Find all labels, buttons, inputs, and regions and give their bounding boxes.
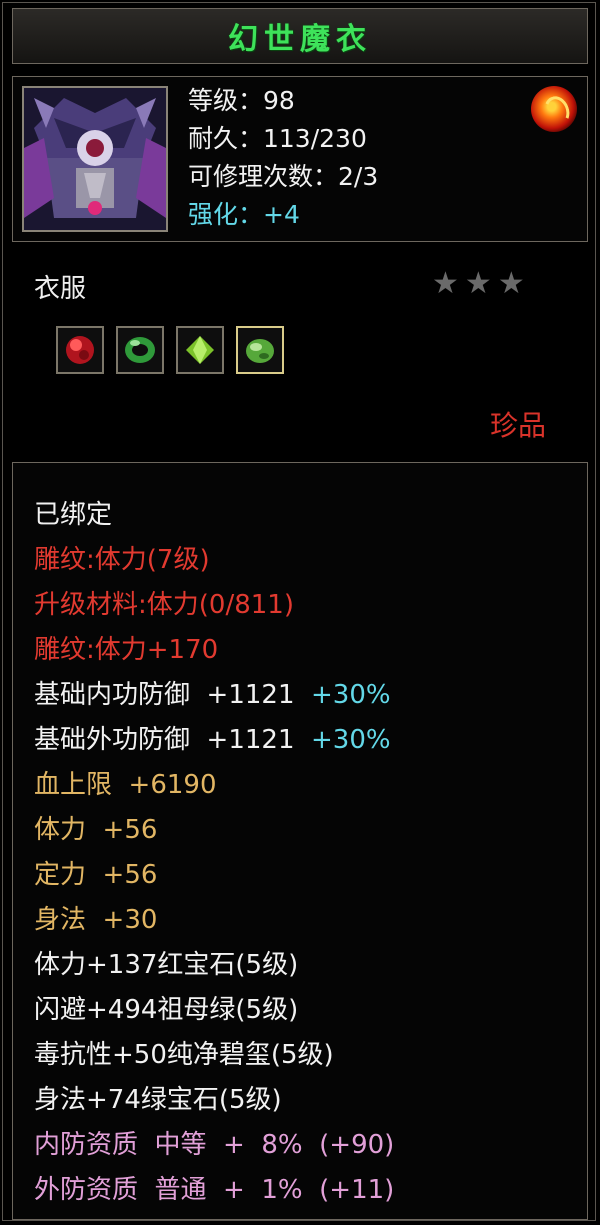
- property-bonus: +30%: [294, 680, 391, 710]
- property-text: 毒抗性+50纯净碧玺(5级): [34, 1040, 334, 1070]
- property-row: 身法 +30: [34, 898, 394, 943]
- property-row: 升级材料:体力(0/811): [34, 583, 394, 628]
- property-row: 体力+137红宝石(5级): [34, 943, 394, 988]
- green-jade-gem-icon: [246, 339, 274, 363]
- fire-element-icon: [531, 86, 577, 132]
- property-row: 血上限 +6190: [34, 763, 394, 808]
- gem-slot[interactable]: [56, 326, 104, 374]
- green-crystal-gem-icon: [186, 336, 214, 364]
- item-enhance: 强化：+4: [188, 200, 300, 230]
- property-row: 毒抗性+50纯净碧玺(5级): [34, 1033, 394, 1078]
- gem-slot[interactable]: [176, 326, 224, 374]
- property-text: 血上限 +6190: [34, 770, 217, 800]
- enhance-value: +4: [263, 200, 300, 229]
- enhance-label: 强化：: [188, 200, 264, 229]
- property-text: 闪避+494祖母绿(5级): [34, 995, 299, 1025]
- property-row: 基础内功防御 +1121 +30%: [34, 673, 394, 718]
- gem-slot[interactable]: [236, 326, 284, 374]
- property-text: 雕纹:体力+170: [34, 635, 219, 665]
- property-text: 基础内功防御 +1121: [34, 680, 295, 710]
- armor-portrait-icon: [22, 86, 168, 232]
- property-row: 已绑定: [34, 493, 394, 538]
- gem-sockets: [56, 326, 284, 374]
- property-list: 已绑定雕纹:体力(7级) 升级材料:体力(0/811) 雕纹:体力+170 基础内功防…: [34, 493, 394, 1213]
- property-row: 身法+74绿宝石(5级): [34, 1078, 394, 1123]
- property-row: 雕纹:体力(7级): [34, 538, 394, 583]
- star-icon: ★: [464, 266, 492, 301]
- item-title: 幻世魔衣: [228, 22, 372, 57]
- property-row: 定力 +56: [34, 853, 394, 898]
- item-durability: 耐久：113/230: [188, 124, 367, 153]
- rarity-label: 珍品: [490, 409, 547, 442]
- property-text: 雕纹:体力(7级): [34, 545, 210, 575]
- property-row: 闪避+494祖母绿(5级): [34, 988, 394, 1033]
- star-icon: ★: [497, 266, 525, 301]
- property-text: 体力 +56: [34, 815, 158, 845]
- property-text: 内防资质 中等 + 8% (+90): [34, 1130, 395, 1160]
- property-row: 外防资质 普通 + 1% (+11): [34, 1168, 394, 1213]
- property-text: 体力+137红宝石(5级): [34, 950, 299, 980]
- property-text: 身法 +30: [34, 905, 158, 935]
- property-row: 体力 +56: [34, 808, 394, 853]
- gem-slot[interactable]: [116, 326, 164, 374]
- emerald-ring-gem-icon: [125, 337, 155, 363]
- property-text: 升级材料:体力(0/811): [34, 590, 294, 620]
- property-text: 基础外功防御 +1121: [34, 725, 295, 755]
- property-text: 外防资质 普通 + 1% (+11): [34, 1175, 395, 1205]
- item-repair-count: 可修理次数：2/3: [188, 162, 379, 191]
- property-text: 身法+74绿宝石(5级): [34, 1085, 282, 1115]
- item-category: 衣服: [34, 274, 87, 304]
- property-bonus: +30%: [294, 725, 391, 755]
- property-row: 雕纹:体力+170: [34, 628, 394, 673]
- star-icon: ★: [432, 266, 459, 301]
- property-text: 定力 +56: [34, 860, 158, 890]
- star-rating: ★ ★ ★: [432, 266, 525, 302]
- item-level: 等级：98: [188, 86, 295, 115]
- property-row: 内防资质 中等 + 8% (+90): [34, 1123, 394, 1168]
- property-row: 基础外功防御 +1121 +30%: [34, 718, 394, 763]
- property-text: 已绑定: [34, 500, 113, 530]
- ruby-gem-icon: [66, 336, 94, 364]
- title-bar: 幻世魔衣: [12, 8, 588, 64]
